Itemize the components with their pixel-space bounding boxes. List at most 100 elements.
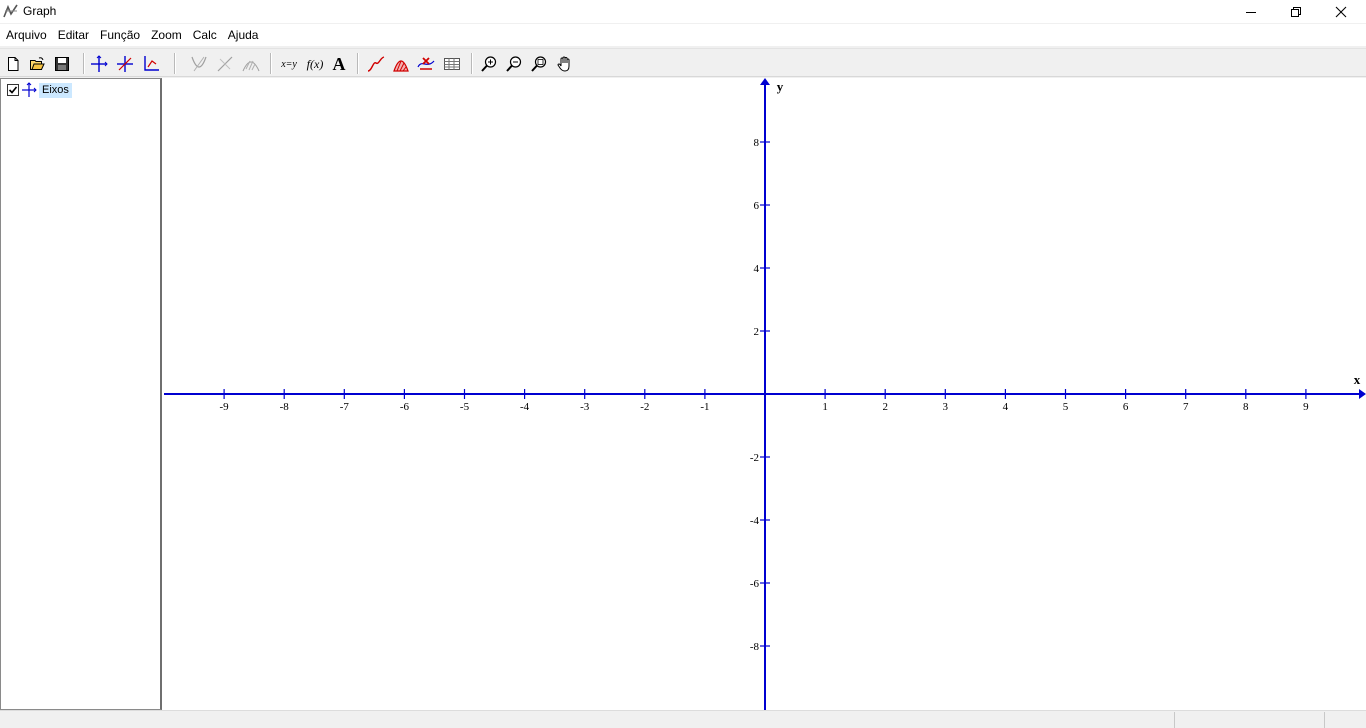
close-button[interactable] (1318, 0, 1364, 23)
table-icon (443, 55, 461, 73)
save-icon (54, 56, 70, 72)
x-tick-label: 2 (882, 401, 888, 413)
y-tick-label: 8 (754, 137, 760, 149)
y-tick-label: -6 (750, 578, 760, 590)
x-tick-label: 8 (1243, 401, 1249, 413)
insert-shading-icon (392, 55, 410, 73)
tangent-icon (190, 55, 208, 73)
save-button[interactable] (52, 54, 72, 74)
status-bar (0, 710, 1366, 728)
toolbar-separator (83, 53, 85, 74)
tangent-button[interactable] (189, 54, 209, 74)
x-tick-label: -9 (220, 401, 230, 413)
minimize-button[interactable] (1228, 0, 1274, 23)
axes-custom-button[interactable] (141, 54, 161, 74)
new-file-icon (5, 56, 21, 72)
menu-zoom[interactable]: Zoom (145, 24, 187, 47)
insert-function-button[interactable] (366, 54, 386, 74)
tree-item-label: Eixos (39, 82, 72, 98)
zoom-in-icon (480, 55, 498, 73)
restore-button[interactable] (1273, 0, 1319, 23)
insert-point-icon (417, 55, 435, 73)
zoom-out-button[interactable] (504, 54, 524, 74)
shading-icon (242, 55, 260, 73)
table-button[interactable] (442, 54, 462, 74)
zoom-fit-icon (530, 55, 548, 73)
shading-button[interactable] (241, 54, 261, 74)
open-folder-icon (29, 56, 45, 72)
normal-icon (216, 55, 234, 73)
cross-axes-button[interactable] (115, 54, 135, 74)
x-tick-label: 5 (1063, 401, 1069, 413)
toolbar-separator (270, 53, 272, 74)
x-tick-label: 7 (1183, 401, 1189, 413)
x-tick-label: -7 (340, 401, 350, 413)
axes-button[interactable] (89, 54, 109, 74)
fx-icon: f(x) (306, 56, 324, 71)
y-axis-label: y (777, 79, 784, 94)
menu-editar[interactable]: Editar (52, 24, 94, 47)
zoom-in-button[interactable] (479, 54, 499, 74)
y-tick-label: -8 (750, 641, 760, 653)
pan-hand-button[interactable] (555, 54, 575, 74)
y-axis-arrow-icon (760, 78, 770, 85)
y-tick-label: -2 (750, 452, 759, 464)
toolbar-separator (174, 53, 176, 74)
x-tick-label: -5 (460, 401, 470, 413)
x-tick-label: 4 (1003, 401, 1009, 413)
minimize-icon (1245, 6, 1257, 18)
fx-button[interactable]: f(x) (304, 54, 326, 74)
x-tick-label: -6 (400, 401, 410, 413)
x-tick-label: 6 (1123, 401, 1129, 413)
normal-button[interactable] (215, 54, 235, 74)
x-axis-label: x (1354, 372, 1361, 387)
toolbar-separator (471, 53, 473, 74)
status-segment-size-grip (1324, 712, 1366, 728)
y-tick-label: 4 (754, 263, 760, 275)
x-tick-label: -3 (580, 401, 590, 413)
point-series-button[interactable]: x=y (277, 54, 301, 74)
zoom-out-icon (505, 55, 523, 73)
restore-icon (1290, 6, 1302, 18)
coordinate-plane[interactable]: -9 -8 -7 -6 -5 -4 -3 -2 -1 1 2 3 4 5 6 7 8 9 -8 -6 -4 -2 2 4 6 8 x… (162, 78, 1366, 710)
menu-bar: Arquivo Editar Função Zoom Calc Ajuda (0, 24, 1366, 47)
text-label-button[interactable]: A (329, 54, 349, 74)
status-segment-coordinates (1174, 712, 1324, 728)
toolbar-separator (357, 53, 359, 74)
checkmark-icon (8, 86, 18, 94)
axes-custom-icon (142, 55, 160, 73)
x-tick-label: -8 (280, 401, 290, 413)
y-tick-label: 2 (754, 326, 760, 338)
x-tick-label: 9 (1303, 401, 1309, 413)
cross-axes-icon (116, 55, 134, 73)
insert-point-button[interactable] (416, 54, 436, 74)
x-tick-label: 3 (943, 401, 949, 413)
y-tick-label: -4 (750, 515, 760, 527)
graph-canvas[interactable]: -9 -8 -7 -6 -5 -4 -3 -2 -1 1 2 3 4 5 6 7 8 9 -8 -6 -4 -2 2 4 6 8 x… (162, 78, 1366, 710)
menu-funcao[interactable]: Função (94, 24, 145, 47)
insert-shading-button[interactable] (391, 54, 411, 74)
x-tick-label: -4 (520, 401, 530, 413)
tree-item-eixos[interactable]: Eixos (7, 82, 72, 98)
new-file-button[interactable] (3, 54, 23, 74)
menu-arquivo[interactable]: Arquivo (0, 24, 52, 47)
x-tick-label: -2 (640, 401, 649, 413)
eixos-checkbox[interactable] (7, 84, 19, 96)
window-title: Graph (23, 4, 57, 18)
axes-icon (21, 82, 37, 98)
menu-ajuda[interactable]: Ajuda (222, 24, 264, 47)
menu-calc[interactable]: Calc (187, 24, 222, 47)
zoom-fit-button[interactable] (529, 54, 549, 74)
x-axis-arrow-icon (1359, 389, 1366, 399)
title-bar: Graph (0, 0, 1366, 23)
graph-app-icon (3, 3, 19, 19)
function-list-panel[interactable]: Eixos (0, 78, 162, 710)
open-button[interactable] (27, 54, 47, 74)
x-tick-label: 1 (822, 401, 828, 413)
toolbar: x=y f(x) A (0, 48, 1366, 77)
y-tick-label: 6 (754, 200, 760, 212)
pan-hand-icon (556, 55, 574, 73)
text-label-icon: A (332, 53, 346, 74)
insert-function-icon (367, 55, 385, 73)
point-series-icon: x=y (281, 58, 297, 70)
